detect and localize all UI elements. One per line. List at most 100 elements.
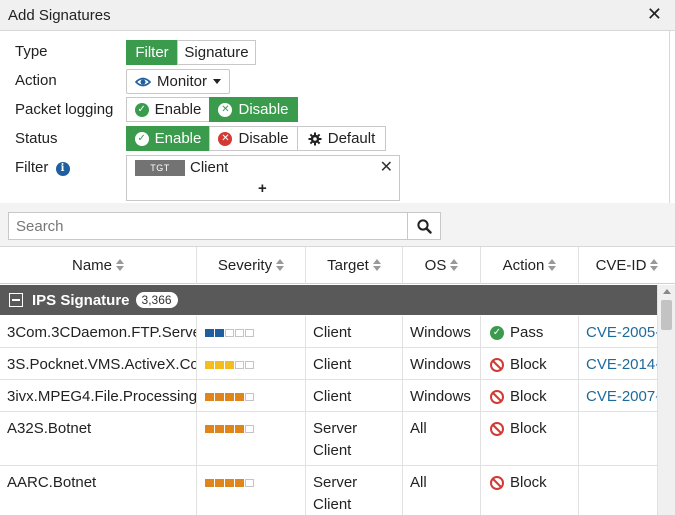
type-signature-button[interactable]: Signature <box>177 40 256 65</box>
severity-block <box>205 479 214 487</box>
caret-down-icon <box>213 79 222 84</box>
table-scrollbar[interactable] <box>657 285 675 515</box>
packet-logging-enable-button[interactable]: ✓ Enable <box>126 97 210 122</box>
cve-text[interactable]: CVE-2007- <box>586 388 657 405</box>
status-disable-button[interactable]: ✕ Disable <box>209 126 298 151</box>
filter-value: Client <box>190 159 229 176</box>
status-enable-button[interactable]: ✓ Enable <box>126 126 210 151</box>
table-row[interactable]: 3Com.3CDaemon.FTP.Serve Client Windows ✓ Pas… <box>0 316 657 348</box>
os-text: Windows <box>410 324 471 341</box>
cell-severity <box>197 466 306 515</box>
search-input[interactable] <box>8 212 408 240</box>
severity-block <box>245 329 254 337</box>
severity-block <box>205 425 214 433</box>
sort-icon <box>450 259 459 271</box>
dialog-edge <box>669 31 675 203</box>
dialog-titlebar: Add Signatures ✕ <box>0 0 675 31</box>
action-label: Pass <box>510 324 544 341</box>
action-label: Block <box>510 356 547 373</box>
check-circle-icon: ✓ <box>490 325 504 340</box>
severity-block <box>245 479 254 487</box>
cell-severity <box>197 412 306 465</box>
action-indicator: Block <box>490 420 547 437</box>
column-header-severity[interactable]: Severity <box>197 247 306 284</box>
info-icon[interactable]: i <box>55 161 70 176</box>
cell-os: Windows <box>403 316 481 347</box>
name-text[interactable]: 3S.Pocknet.VMS.ActiveX.Co <box>7 356 196 373</box>
action-label: Block <box>510 420 547 437</box>
eye-icon <box>134 77 151 86</box>
cell-action: Block <box>481 466 579 515</box>
action-indicator: Block <box>490 388 547 405</box>
cve-text[interactable]: CVE-2005- <box>586 324 657 341</box>
filter-box[interactable]: TGT Client ✕ + <box>126 155 400 201</box>
sort-icon <box>548 259 557 271</box>
remove-filter-icon[interactable]: ✕ <box>380 157 393 177</box>
column-header-action[interactable]: Action <box>481 247 579 284</box>
add-filter-button[interactable]: + <box>258 180 267 197</box>
column-header-cve-id[interactable]: CVE-ID <box>579 247 675 284</box>
packet-logging-disable-button[interactable]: ✕ Disable <box>209 97 298 122</box>
severity-indicator <box>205 329 254 337</box>
status-disable-label: Disable <box>238 130 289 147</box>
column-header-target-label: Target <box>327 256 369 274</box>
action-indicator: Block <box>490 356 547 373</box>
status-default-button[interactable]: Default <box>297 126 386 151</box>
type-label: Type <box>15 43 48 60</box>
severity-block <box>215 329 224 337</box>
name-text[interactable]: A32S.Botnet <box>7 420 91 437</box>
packet-logging-enable-label: Enable <box>154 101 202 118</box>
column-header-target[interactable]: Target <box>306 247 403 284</box>
close-icon[interactable]: ✕ <box>647 4 662 25</box>
name-text[interactable]: 3Com.3CDaemon.FTP.Serve <box>7 324 196 341</box>
minus-square-icon[interactable] <box>9 293 23 307</box>
os-text: Windows <box>410 356 471 373</box>
filter-label: Filter i <box>15 159 70 176</box>
action-dropdown[interactable]: Monitor <box>126 69 230 94</box>
action-label: Action <box>15 72 57 89</box>
target-text: Client <box>313 324 352 341</box>
filter-label-text: Filter <box>15 159 49 176</box>
cell-target: Client <box>306 348 403 379</box>
name-text[interactable]: 3ivx.MPEG4.File.Processing <box>7 388 196 405</box>
target2-text: Client <box>313 496 352 513</box>
group-count-badge: 3,366 <box>135 292 178 308</box>
severity-block <box>245 425 254 433</box>
severity-block <box>225 425 234 433</box>
search-icon <box>416 218 432 234</box>
cell-cve <box>579 412 657 465</box>
severity-block <box>245 393 254 401</box>
column-header-action-label: Action <box>502 256 545 274</box>
action-indicator: ✓ Pass <box>490 324 543 341</box>
severity-block <box>225 361 234 369</box>
sort-icon <box>276 259 285 271</box>
type-filter-button[interactable]: Filter <box>126 40 178 65</box>
name-text[interactable]: AARC.Botnet <box>7 474 96 491</box>
action-indicator: Block <box>490 474 547 491</box>
cell-os: All <box>403 412 481 465</box>
table-row[interactable]: 3ivx.MPEG4.File.Processing Client Windows B… <box>0 380 657 412</box>
cell-target: Client <box>306 380 403 411</box>
search-button[interactable] <box>407 212 441 240</box>
severity-block <box>205 361 214 369</box>
os-text: All <box>410 474 427 491</box>
scroll-up-icon[interactable] <box>663 289 671 294</box>
column-header-os[interactable]: OS <box>403 247 481 284</box>
column-header-name[interactable]: Name <box>0 247 197 284</box>
cell-name: A32S.Botnet <box>0 412 197 465</box>
check-circle-icon: ✓ <box>134 102 149 117</box>
cell-os: Windows <box>403 348 481 379</box>
cve-text[interactable]: CVE-2014- <box>586 356 657 373</box>
os-text: Windows <box>410 388 471 405</box>
severity-block <box>235 329 244 337</box>
action-label: Block <box>510 474 547 491</box>
table-row[interactable]: AARC.Botnet Server Client All Block <box>0 466 657 515</box>
scrollbar-thumb[interactable] <box>661 300 672 330</box>
table-row[interactable]: 3S.Pocknet.VMS.ActiveX.Co Client Windows Bl… <box>0 348 657 380</box>
action-value: Monitor <box>156 73 208 90</box>
column-header-cve-id-label: CVE-ID <box>595 256 647 274</box>
group-row: IPS Signature 3,366 <box>0 285 657 315</box>
x-circle-icon: ✕ <box>218 131 233 146</box>
table-row[interactable]: A32S.Botnet Server Client All Block <box>0 412 657 466</box>
type-signature-label: Signature <box>184 44 249 61</box>
